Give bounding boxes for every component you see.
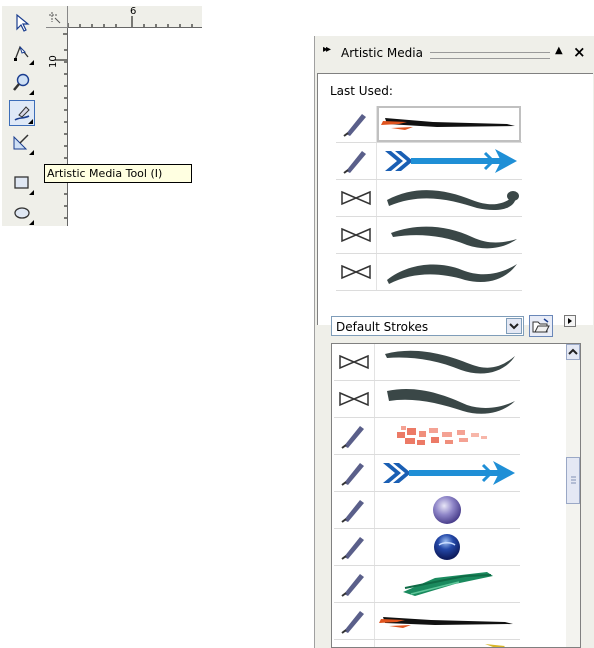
vertical-scrollbar[interactable] <box>566 344 580 647</box>
bowtie-icon <box>339 391 369 407</box>
last-used-item[interactable] <box>336 217 522 254</box>
vertical-ruler[interactable]: 10 <box>46 28 68 226</box>
last-used-item[interactable] <box>336 143 522 180</box>
brush-icon <box>341 500 364 523</box>
flyout-indicator <box>29 90 34 95</box>
shape-tool-button[interactable] <box>9 40 35 66</box>
ruler-origin-corner[interactable] <box>46 6 68 28</box>
close-icon[interactable]: × <box>573 43 586 61</box>
stroke-preset-value: Default Strokes <box>336 320 429 334</box>
drawing-canvas[interactable] <box>68 28 202 226</box>
smart-fill-tool-button[interactable] <box>9 130 35 156</box>
stroke-preview-wave-dark-5 <box>387 388 515 414</box>
flyout-menu-button[interactable] <box>564 315 576 327</box>
stroke-preview-wave-dark-2 <box>391 226 517 249</box>
docker-title: Artistic Media <box>341 46 423 60</box>
last-used-item[interactable] <box>336 254 522 291</box>
stroke-list-item[interactable] <box>334 455 520 492</box>
docker-title-bar[interactable]: ▸▸ Artistic Media ▲ × <box>315 42 594 66</box>
stroke-list-item[interactable] <box>334 529 520 566</box>
last-used-label: Last Used: <box>330 84 393 98</box>
stroke-preview-splatter-salmon <box>397 426 487 445</box>
zoom-tool-button[interactable] <box>9 70 35 96</box>
stroke-list-item[interactable] <box>334 381 520 418</box>
stroke-list-item[interactable] <box>334 418 520 455</box>
brush-icon <box>341 463 364 486</box>
stroke-list-item[interactable] <box>334 344 520 381</box>
stroke-list-item[interactable] <box>334 566 520 603</box>
stroke-preview-streak-black-red <box>381 118 515 130</box>
ruler-label: 10 <box>48 55 59 68</box>
stroke-list-item[interactable] <box>334 603 520 640</box>
stroke-preview-sphere-purple <box>433 496 461 524</box>
flyout-indicator <box>29 220 34 225</box>
pick-tool-button[interactable] <box>9 10 35 36</box>
ruler-label: 6 <box>130 6 137 17</box>
flyout-arrow-icon <box>568 318 572 324</box>
flyout-indicator <box>29 150 34 155</box>
stroke-preview-wave-dark-3 <box>387 264 517 284</box>
stroke-preview-streak-green <box>403 572 493 596</box>
expand-arrows-icon[interactable]: ▸▸ <box>323 44 331 55</box>
docker-grip[interactable] <box>430 52 550 59</box>
stroke-preview-arrow-blue <box>383 461 515 485</box>
artistic-media-tool-button[interactable] <box>9 100 35 126</box>
rectangle-tool-button[interactable] <box>9 170 35 196</box>
last-used-item[interactable] <box>336 180 522 217</box>
toolbox <box>2 6 47 226</box>
arrow-pointer-icon <box>16 13 30 32</box>
brush-icon <box>341 537 364 560</box>
bowtie-icon <box>339 354 369 370</box>
stroke-list-item[interactable] <box>334 640 520 648</box>
stroke-list-item[interactable] <box>334 492 520 529</box>
stroke-preview-arrow-blue <box>385 149 517 173</box>
tool-tooltip: Artistic Media Tool (I) <box>44 164 192 183</box>
browse-button[interactable] <box>529 315 553 337</box>
last-used-panel: Last Used: <box>317 73 593 325</box>
artistic-media-docker: ▸▸ Artistic Media ▲ × Last Used: Default… <box>314 36 594 648</box>
flyout-indicator <box>28 119 33 124</box>
folder-open-icon <box>532 318 550 333</box>
chevron-down-icon <box>509 323 519 330</box>
bowtie-icon <box>341 190 371 206</box>
crosshair-icon <box>49 12 61 24</box>
ellipse-tool-button[interactable] <box>9 200 35 226</box>
horizontal-ruler[interactable]: 6 <box>68 6 202 28</box>
stroke-preview-wave-dark-1 <box>387 190 519 211</box>
grip-lines-icon <box>571 476 576 484</box>
last-used-item[interactable] <box>336 106 522 143</box>
bowtie-icon <box>341 264 371 280</box>
stroke-preview-streak-black-red <box>379 617 513 628</box>
stroke-preview-sphere-blue <box>434 534 460 560</box>
scroll-thumb[interactable] <box>566 457 580 504</box>
brush-icon <box>343 114 366 137</box>
dropdown-arrow-button[interactable] <box>506 318 522 334</box>
flyout-indicator <box>29 60 34 65</box>
flyout-indicator <box>29 190 34 195</box>
stroke-preview-wave-dark-4 <box>385 350 515 374</box>
collapse-up-icon[interactable]: ▲ <box>555 45 563 56</box>
bowtie-icon <box>341 227 371 243</box>
brush-icon <box>341 611 364 634</box>
stroke-preset-select[interactable]: Default Strokes <box>331 316 524 336</box>
scroll-up-button[interactable] <box>566 344 580 360</box>
brush-icon <box>341 426 364 449</box>
chevron-up-icon <box>568 348 578 355</box>
brush-icon <box>343 151 366 174</box>
brush-icon <box>341 574 364 597</box>
stroke-preview-streak-yellow <box>485 644 505 647</box>
stroke-list <box>331 343 581 648</box>
brush-icon <box>334 640 374 648</box>
